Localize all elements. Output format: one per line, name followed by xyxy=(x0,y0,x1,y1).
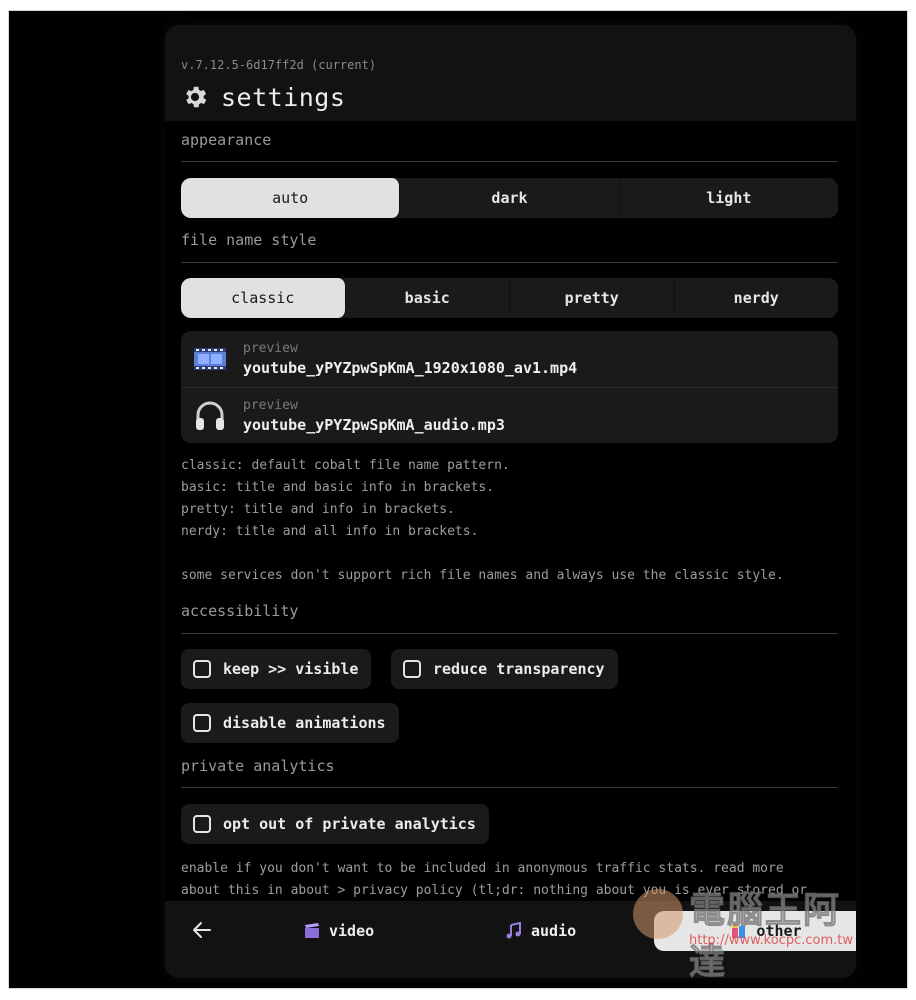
audio-preview-row: preview youtube_yPYZpwSpKmA_audio.mp3 xyxy=(181,388,838,444)
app-frame: v.7.12.5-6d17ff2d (current) settings app… xyxy=(8,10,908,989)
tab-label: audio xyxy=(531,922,577,940)
appearance-switcher: auto dark light xyxy=(181,178,838,218)
settings-header: v.7.12.5-6d17ff2d (current) settings xyxy=(165,25,856,121)
description-line: some services don't support rich file na… xyxy=(181,568,784,583)
back-button[interactable] xyxy=(187,915,217,945)
keep-visible-toggle[interactable]: keep >> visible xyxy=(181,649,372,689)
bottom-nav: video audio other xyxy=(165,901,856,978)
filename-option-nerdy[interactable]: nerdy xyxy=(675,278,839,318)
description-line xyxy=(181,543,784,565)
analytics-opt-out-toggle[interactable]: opt out of private analytics xyxy=(181,804,489,844)
checkbox[interactable] xyxy=(193,815,211,833)
divider xyxy=(181,161,838,162)
theme-option-auto[interactable]: auto xyxy=(181,178,401,218)
filename-option-basic[interactable]: basic xyxy=(346,278,510,318)
checkbox[interactable] xyxy=(193,714,211,732)
settings-panel: v.7.12.5-6d17ff2d (current) settings app… xyxy=(165,25,856,978)
tab-other[interactable]: other xyxy=(654,911,856,951)
filename-description: classic: default cobalt file name patter… xyxy=(181,455,784,587)
gear-icon xyxy=(186,86,207,108)
theme-option-light[interactable]: light xyxy=(620,178,838,218)
filename-option-pretty[interactable]: pretty xyxy=(510,278,675,318)
tab-label: other xyxy=(756,922,802,940)
preview-label: preview xyxy=(243,398,298,413)
filename-style-switcher: classic basic pretty nerdy xyxy=(181,278,838,318)
accessibility-section-title: accessibility xyxy=(181,602,299,620)
headphones-icon xyxy=(196,401,224,430)
description-line: pretty: title and info in brackets. xyxy=(181,502,455,517)
arrow-left-icon xyxy=(193,922,211,938)
description-line: nerdy: title and all info in brackets. xyxy=(181,524,479,539)
title-row: settings xyxy=(181,81,345,113)
toggle-label: disable animations xyxy=(223,714,386,732)
preview-filename: youtube_yPYZpwSpKmA_audio.mp3 xyxy=(243,416,505,434)
description-line: classic: default cobalt file name patter… xyxy=(181,458,510,473)
clapperboard-icon xyxy=(305,923,319,938)
divider xyxy=(181,262,838,263)
toggle-label: reduce transparency xyxy=(433,660,605,678)
filename-section-title: file name style xyxy=(181,231,317,249)
divider xyxy=(181,633,838,634)
divider xyxy=(181,787,838,788)
disable-animations-toggle[interactable]: disable animations xyxy=(181,703,399,743)
page-title: settings xyxy=(221,82,346,112)
settings-content: appearance auto dark light file name sty… xyxy=(165,121,856,901)
description-line: basic: title and basic info in brackets. xyxy=(181,480,495,495)
toggle-label: opt out of private analytics xyxy=(223,815,476,833)
film-icon xyxy=(194,348,226,370)
theme-option-dark[interactable]: dark xyxy=(400,178,620,218)
toggle-label: keep >> visible xyxy=(223,660,359,678)
tab-audio[interactable]: audio xyxy=(491,911,590,951)
tab-label: video xyxy=(329,922,375,940)
preview-filename: youtube_yPYZpwSpKmA_1920x1080_av1.mp4 xyxy=(243,359,578,377)
checkbox[interactable] xyxy=(403,660,421,678)
checkbox[interactable] xyxy=(193,660,211,678)
music-notes-icon xyxy=(506,922,521,939)
filename-option-classic[interactable]: classic xyxy=(181,278,346,318)
appearance-section-title: appearance xyxy=(181,131,272,149)
description-line: about this in about > privacy policy (tl… xyxy=(181,883,808,898)
tab-video[interactable]: video xyxy=(289,911,388,951)
video-preview-row: preview youtube_yPYZpwSpKmA_1920x1080_av… xyxy=(181,331,838,387)
reduce-transparency-toggle[interactable]: reduce transparency xyxy=(391,649,618,689)
filename-preview-box: preview youtube_yPYZpwSpKmA_1920x1080_av… xyxy=(181,331,838,443)
description-line: enable if you don't want to be included … xyxy=(181,861,784,876)
version-label: v.7.12.5-6d17ff2d (current) xyxy=(181,58,377,72)
analytics-description: enable if you don't want to be included … xyxy=(181,858,807,902)
preview-label: preview xyxy=(243,341,298,356)
analytics-section-title: private analytics xyxy=(181,757,335,775)
puzzle-icon xyxy=(732,924,746,938)
